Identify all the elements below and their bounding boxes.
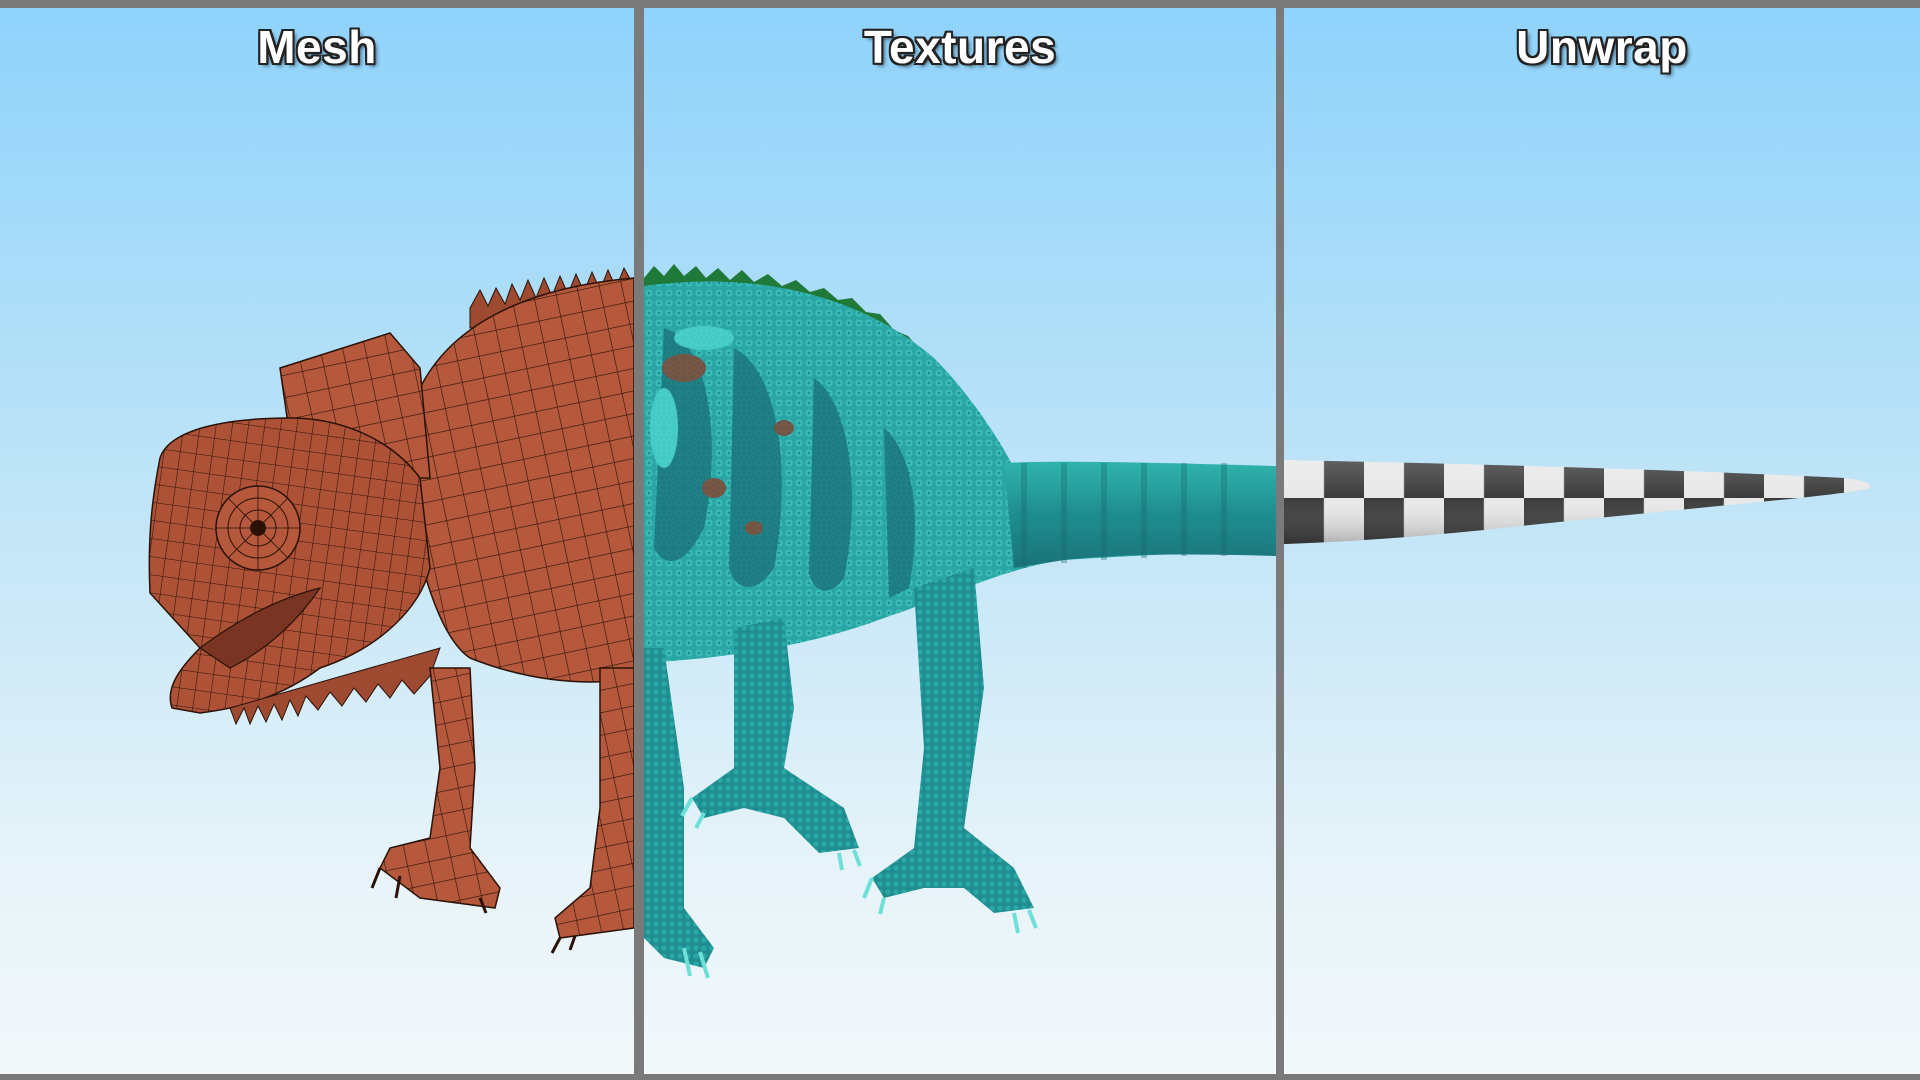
checker-tail	[1284, 460, 1871, 544]
mesh-eye	[215, 485, 301, 571]
viewport-frame: Mesh Textures Unwrap	[0, 0, 1920, 1080]
unwrap-panel: Unwrap	[1284, 8, 1920, 1074]
textures-panel: Textures	[644, 8, 1276, 1074]
chameleon-mesh-body	[148, 266, 634, 954]
textured-render	[644, 264, 1276, 979]
mesh-wireframe-render	[148, 266, 634, 954]
uv-checker-render	[1284, 460, 1871, 544]
chameleon-textured-body	[644, 264, 1276, 979]
mesh-panel: Mesh	[0, 8, 634, 1074]
